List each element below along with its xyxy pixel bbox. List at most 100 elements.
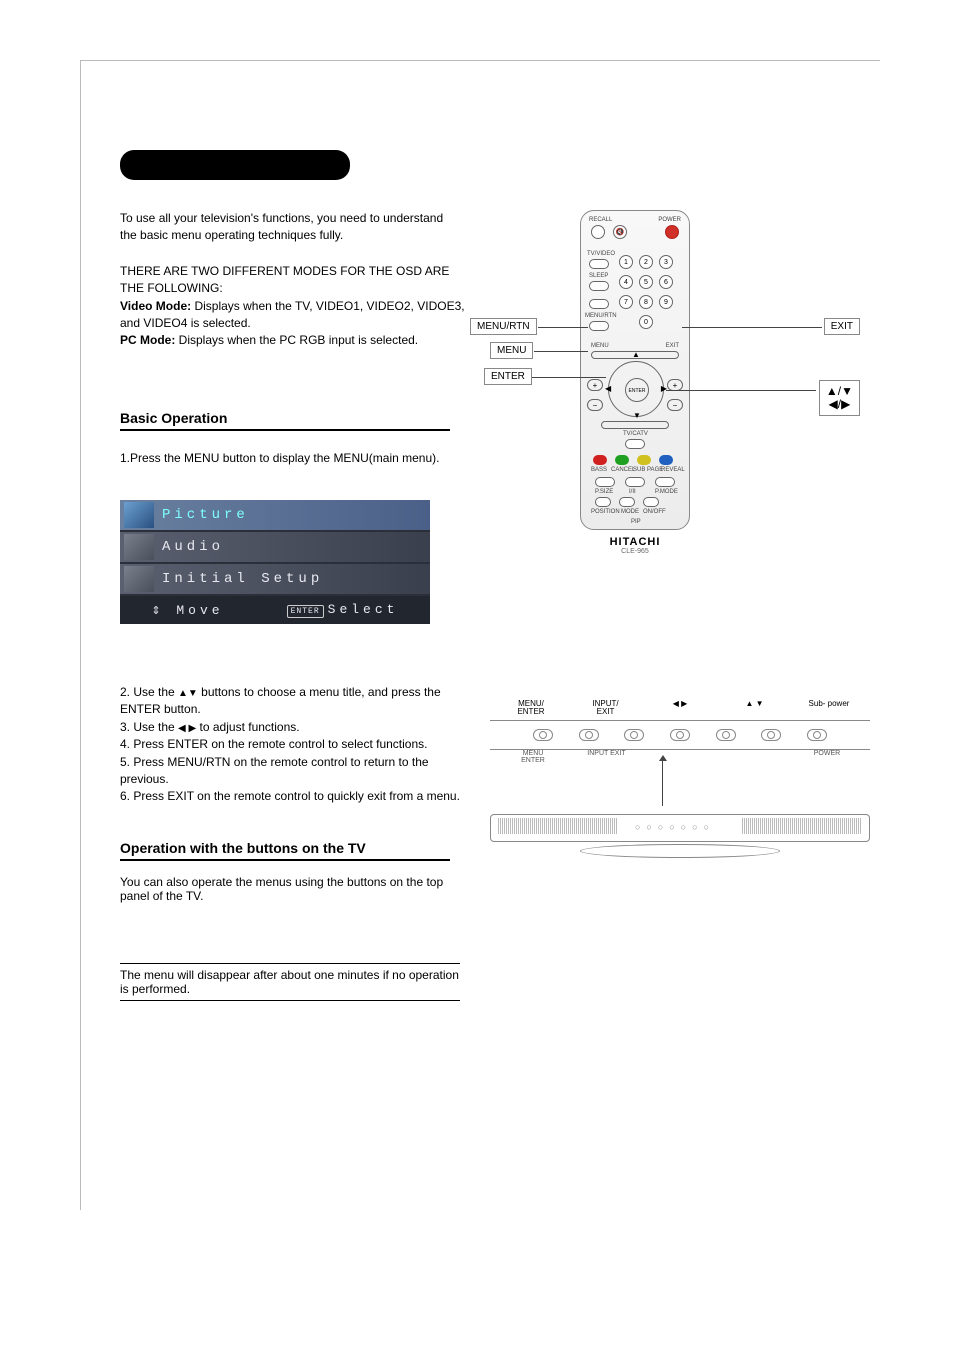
num-7-button: 7 <box>619 295 633 309</box>
exit-label: EXIT <box>666 343 679 349</box>
tv-front: ○○○○○○○ <box>490 804 870 859</box>
osd-select-hint: ENTER Select <box>287 602 399 617</box>
tv-diagram: MENU/ ENTER INPUT/ EXIT ◀ ▶ ▲ ▼ Sub- pow… <box>490 700 870 920</box>
recall-button <box>591 225 605 239</box>
blank-button <box>589 299 609 309</box>
yellow-button <box>637 455 651 465</box>
dpad-down-icon: ▼ <box>633 411 641 420</box>
mute-button: 🔇 <box>613 225 627 239</box>
remote-diagram: RECALL POWER 🔇 TV/VIDEO 1 2 3 SLEEP 4 5 … <box>490 210 860 540</box>
callout-menurtn: MENU/RTN <box>470 318 537 335</box>
tvcatv-button <box>625 439 645 449</box>
tv-port-power <box>807 729 827 741</box>
tv-label-updown: ▲ ▼ <box>732 700 778 716</box>
tv-buttons-text: You can also operate the menus using the… <box>120 875 450 903</box>
dpad-ring: ENTER ◀ ▶ ▼ <box>608 361 664 417</box>
tv-port-right <box>670 729 690 741</box>
pip-label: PIP <box>631 519 641 525</box>
pc-mode-label: PC Mode: <box>120 333 175 347</box>
tv-sublabel-blank2 <box>733 750 775 764</box>
callout-line-menurtn <box>538 327 588 328</box>
step-5: 5. Press MENU/RTN on the remote control … <box>120 754 460 789</box>
tvvideo-button <box>589 259 609 269</box>
pmode-button <box>655 477 675 487</box>
osd-move-hint: ⇕ Move <box>152 600 224 619</box>
num-2-button: 2 <box>639 255 653 269</box>
step-6: 6. Press EXIT on the remote control to q… <box>120 788 460 805</box>
menurtn-label: MENU/RTN <box>585 313 617 319</box>
position-button <box>595 497 611 507</box>
callout-menu: MENU <box>490 342 533 359</box>
callout-line-arrows <box>666 390 816 391</box>
reveal-label: REVEAL <box>661 467 685 473</box>
red-button <box>593 455 607 465</box>
power-label: POWER <box>658 217 681 223</box>
remote-model: CLE-965 <box>600 548 670 555</box>
pmode-label: P.MODE <box>655 489 678 495</box>
num-9-button: 9 <box>659 295 673 309</box>
tv-sublabel-power: POWER <box>806 750 848 764</box>
blue-button <box>659 455 673 465</box>
dpad-left-icon: ◀ <box>605 384 611 393</box>
callout-enter: ENTER <box>484 368 532 385</box>
sleep-button <box>589 281 609 291</box>
pc-mode-text: Displays when the PC RGB input is select… <box>175 333 418 347</box>
num-8-button: 8 <box>639 295 653 309</box>
audio-icon <box>124 534 154 560</box>
num-1-button: 1 <box>619 255 633 269</box>
hold-button <box>625 477 645 487</box>
menu-exit-bar: ▲ <box>591 351 679 359</box>
osd-item-initial-setup: Initial Setup <box>120 564 430 594</box>
mode-button <box>619 497 635 507</box>
menu-label: MENU <box>591 343 609 349</box>
step-2: 2. Use the ▲▼ buttons to choose a menu t… <box>120 684 460 719</box>
step-3: 3. Use the ◀ ▶ to adjust functions. <box>120 719 460 737</box>
tvcatv-label: TV/CATV <box>623 431 648 437</box>
osd-item-label: Audio <box>162 539 224 555</box>
tv-sublabel-menuenter: MENU ENTER <box>512 750 554 764</box>
pc-mode-line: PC Mode: Displays when the PC RGB input … <box>120 332 470 349</box>
picture-icon <box>124 502 154 528</box>
step-1: 1.Press the MENU button to display the M… <box>120 451 450 465</box>
select-label: Select <box>328 602 399 617</box>
video-mode-label: Video Mode: <box>120 299 191 313</box>
up-down-icon: ⇕ <box>152 602 165 619</box>
num-5-button: 5 <box>639 275 653 289</box>
menurtn-button <box>589 321 609 331</box>
subpage-label: SUB PAGE <box>633 467 663 473</box>
step-3a: 3. Use the <box>120 720 178 734</box>
psize-label: P.SIZE <box>595 489 613 495</box>
hold-label: I/II <box>629 489 636 495</box>
osd-item-label: Picture <box>162 507 249 523</box>
modes-paragraph: THERE ARE TWO DIFFERENT MODES FOR THE OS… <box>120 263 470 350</box>
timeout-note: The menu will disappear after about one … <box>120 963 460 1001</box>
mode-label: MODE <box>621 509 639 515</box>
tv-sublabels: MENU ENTER INPUT EXIT POWER <box>490 750 870 764</box>
onoff-button <box>643 497 659 507</box>
arrows-leftright: ◀/▶ <box>826 398 853 411</box>
tv-label-subpower: Sub- power <box>806 700 852 716</box>
video-mode-line: Video Mode: Displays when the TV, VIDEO1… <box>120 298 470 333</box>
tvvideo-label: TV/VIDEO <box>587 251 615 257</box>
enter-badge: ENTER <box>287 605 324 618</box>
tv-port-input <box>579 729 599 741</box>
basic-operation-heading: Basic Operation <box>120 410 450 431</box>
tv-port-menu <box>533 729 553 741</box>
intro-paragraph: To use all your television's functions, … <box>120 210 450 245</box>
callout-arrows: ▲/▼ ◀/▶ <box>819 380 860 416</box>
tv-label-leftright: ◀ ▶ <box>657 700 703 716</box>
onoff-label: ON/OFF <box>643 509 666 515</box>
callout-line-menu <box>534 351 588 352</box>
tv-top-labels: MENU/ ENTER INPUT/ EXIT ◀ ▶ ▲ ▼ Sub- pow… <box>490 700 870 716</box>
tv-callout-arrow <box>662 760 663 806</box>
num-3-button: 3 <box>659 255 673 269</box>
tv-label-menuenter: MENU/ ENTER <box>508 700 554 716</box>
up-down-triangle-icon: ▲▼ <box>178 688 198 699</box>
recall-label: RECALL <box>589 217 612 223</box>
osd-item-label: Initial Setup <box>162 571 323 587</box>
osd-item-picture: Picture <box>120 500 430 530</box>
osd-footer: ⇕ Move ENTER Select <box>120 596 430 624</box>
callout-line-enter <box>532 377 606 378</box>
tv-stand <box>580 844 780 858</box>
steps-2-6: 2. Use the ▲▼ buttons to choose a menu t… <box>120 684 460 806</box>
